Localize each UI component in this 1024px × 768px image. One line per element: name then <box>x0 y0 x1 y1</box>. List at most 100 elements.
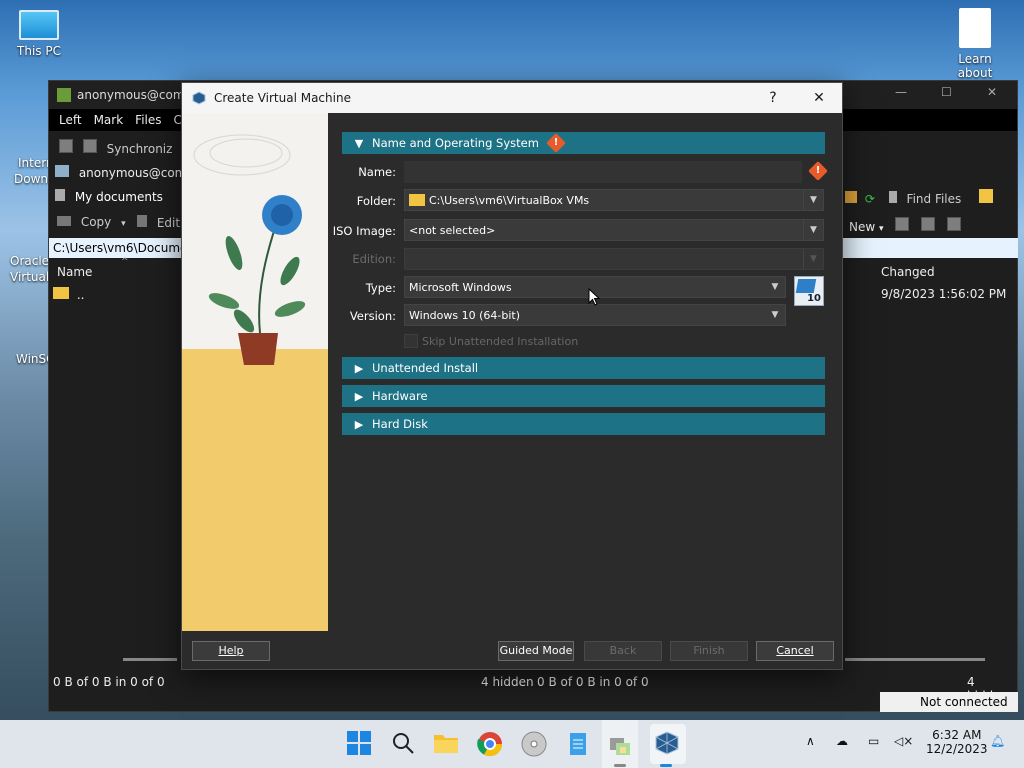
chevron-right-icon: ▶ <box>354 417 364 431</box>
section-label: Hard Disk <box>372 417 428 431</box>
home-icon <box>845 191 857 203</box>
running-indicator <box>660 764 672 767</box>
help-button[interactable]: Help <box>192 641 270 661</box>
desktop-icon-learn-about[interactable]: Learn about <box>940 8 1010 80</box>
sync-label: Synchroniz <box>106 142 173 156</box>
clock-time: 6:32 AM <box>932 728 982 742</box>
file-explorer-button[interactable] <box>432 730 460 758</box>
chevron-down-icon: ▾ <box>121 219 126 229</box>
find-files-button[interactable]: ⟳ Find Files <box>845 189 994 206</box>
list-item[interactable]: .. <box>53 287 84 302</box>
drive-selector[interactable]: My documents <box>55 189 163 204</box>
maximize-icon[interactable]: ☐ <box>941 85 952 99</box>
toolbar-icon <box>59 139 73 153</box>
chevron-down-icon[interactable]: ▼ <box>803 220 823 240</box>
new-button[interactable]: New ▾ <box>849 217 962 234</box>
notification-bell-icon[interactable]: 🔔︎ <box>990 734 1005 748</box>
monitor-icon <box>19 10 59 40</box>
desktop-icon-this-pc[interactable]: This PC <box>4 10 74 58</box>
desktop-partial-label: Down <box>14 172 49 186</box>
disc-icon <box>521 731 547 757</box>
mouse-cursor-icon <box>588 288 600 306</box>
new-label: New <box>849 220 876 234</box>
cancel-button[interactable]: Cancel <box>756 641 834 661</box>
close-icon[interactable]: ✕ <box>987 85 997 99</box>
windows-start-icon <box>347 731 371 755</box>
taskbar: ∧ ☁ ▭ ◁× 6:32 AM 12/2/2023 🔔︎ <box>0 720 1024 768</box>
scrollbar[interactable] <box>123 658 177 661</box>
notepad-icon <box>570 733 586 755</box>
chevron-down-icon[interactable]: ▼ <box>803 190 823 210</box>
desktop-icon-label: Learn about <box>957 52 993 80</box>
close-icon[interactable]: ✕ <box>796 90 842 106</box>
chevron-down-icon[interactable]: ▼ <box>765 277 785 297</box>
scrollbar[interactable] <box>845 658 985 661</box>
desktop-partial-label: Virtual <box>10 270 50 284</box>
clock[interactable]: 6:32 AM 12/2/2023 <box>926 728 988 756</box>
sync-button[interactable]: Synchroniz <box>59 139 172 156</box>
copy-button[interactable]: Copy ▾ <box>57 215 126 229</box>
folder-select[interactable]: C:\Users\vm6\VirtualBox VMs ▼ <box>404 189 824 211</box>
path-bar-right[interactable] <box>841 238 1018 258</box>
document-icon <box>959 8 991 48</box>
session-tab-label: anonymous@comp <box>78 166 194 180</box>
minimize-icon[interactable]: — <box>895 85 907 99</box>
toolbar-icon <box>921 217 936 231</box>
file-manager-title: anonymous@comp <box>77 88 193 102</box>
cloud-icon[interactable]: ☁ <box>836 734 848 748</box>
folder-label: Folder: <box>356 194 396 208</box>
chrome-button[interactable] <box>476 730 504 758</box>
help-icon[interactable]: ? <box>750 90 796 106</box>
edit-button[interactable]: Edit <box>137 215 180 230</box>
hidden-count-left: 4 hidden <box>481 675 534 689</box>
column-header-name[interactable]: Name <box>57 265 92 279</box>
path-bar-left[interactable]: C:\Users\vm6\Documen <box>49 238 195 258</box>
column-header-changed[interactable]: Changed <box>881 265 935 279</box>
search-icon <box>393 733 414 754</box>
plant-illustration-icon <box>193 134 306 365</box>
copy-label: Copy <box>80 215 112 229</box>
chevron-right-icon: ▶ <box>354 361 364 375</box>
version-select[interactable]: Windows 10 (64-bit) ▼ <box>404 304 786 326</box>
computer-icon <box>55 165 69 177</box>
name-field[interactable] <box>404 161 802 183</box>
virtualbox-button[interactable] <box>654 730 682 758</box>
notepad-button[interactable] <box>564 730 592 758</box>
finish-button: Finish <box>670 641 748 661</box>
version-label: Version: <box>349 309 396 323</box>
folder-icon <box>409 194 425 206</box>
network-icon[interactable]: ▭ <box>868 734 879 748</box>
chevron-up-icon[interactable]: ∧ <box>806 734 815 748</box>
iso-image-select[interactable]: <not selected> ▼ <box>404 219 824 241</box>
running-indicator <box>614 764 626 767</box>
search-button[interactable] <box>390 730 418 758</box>
menu-item-files[interactable]: Files <box>135 113 161 127</box>
list-item-changed: 9/8/2023 1:56:02 PM <box>881 287 1007 301</box>
volume-muted-icon[interactable]: ◁× <box>894 734 913 748</box>
parent-folder-icon <box>53 287 69 299</box>
copy-icon <box>57 216 71 226</box>
name-label: Name: <box>358 165 396 179</box>
iso-image-value: <not selected> <box>409 223 496 237</box>
section-hardware[interactable]: ▶ Hardware <box>342 385 825 407</box>
chevron-down-icon: ▾ <box>879 224 884 234</box>
guided-mode-button[interactable]: Guided Mode <box>498 641 574 661</box>
chrome-icon <box>477 732 502 757</box>
start-button[interactable] <box>346 730 374 758</box>
chevron-down-icon[interactable]: ▼ <box>765 305 785 325</box>
section-unattended-install[interactable]: ▶ Unattended Install <box>342 357 825 379</box>
session-tab[interactable]: anonymous@comp <box>55 165 194 180</box>
section-label: Name and Operating System <box>372 136 539 150</box>
folder-value: C:\Users\vm6\VirtualBox VMs <box>429 193 590 207</box>
media-button[interactable] <box>520 730 548 758</box>
menu-item-mark[interactable]: Mark <box>94 113 124 127</box>
section-hard-disk[interactable]: ▶ Hard Disk <box>342 413 825 435</box>
menu-item-left[interactable]: Left <box>59 113 82 127</box>
section-name-os[interactable]: ▼ Name and Operating System ! <box>342 132 825 154</box>
drive-label: My documents <box>74 190 163 204</box>
skip-unattended-label: Skip Unattended Installation <box>422 335 579 348</box>
list-item-name: .. <box>76 288 85 302</box>
search-icon <box>888 191 897 203</box>
active-app-highlight <box>602 720 638 768</box>
type-value: Microsoft Windows <box>409 280 512 294</box>
